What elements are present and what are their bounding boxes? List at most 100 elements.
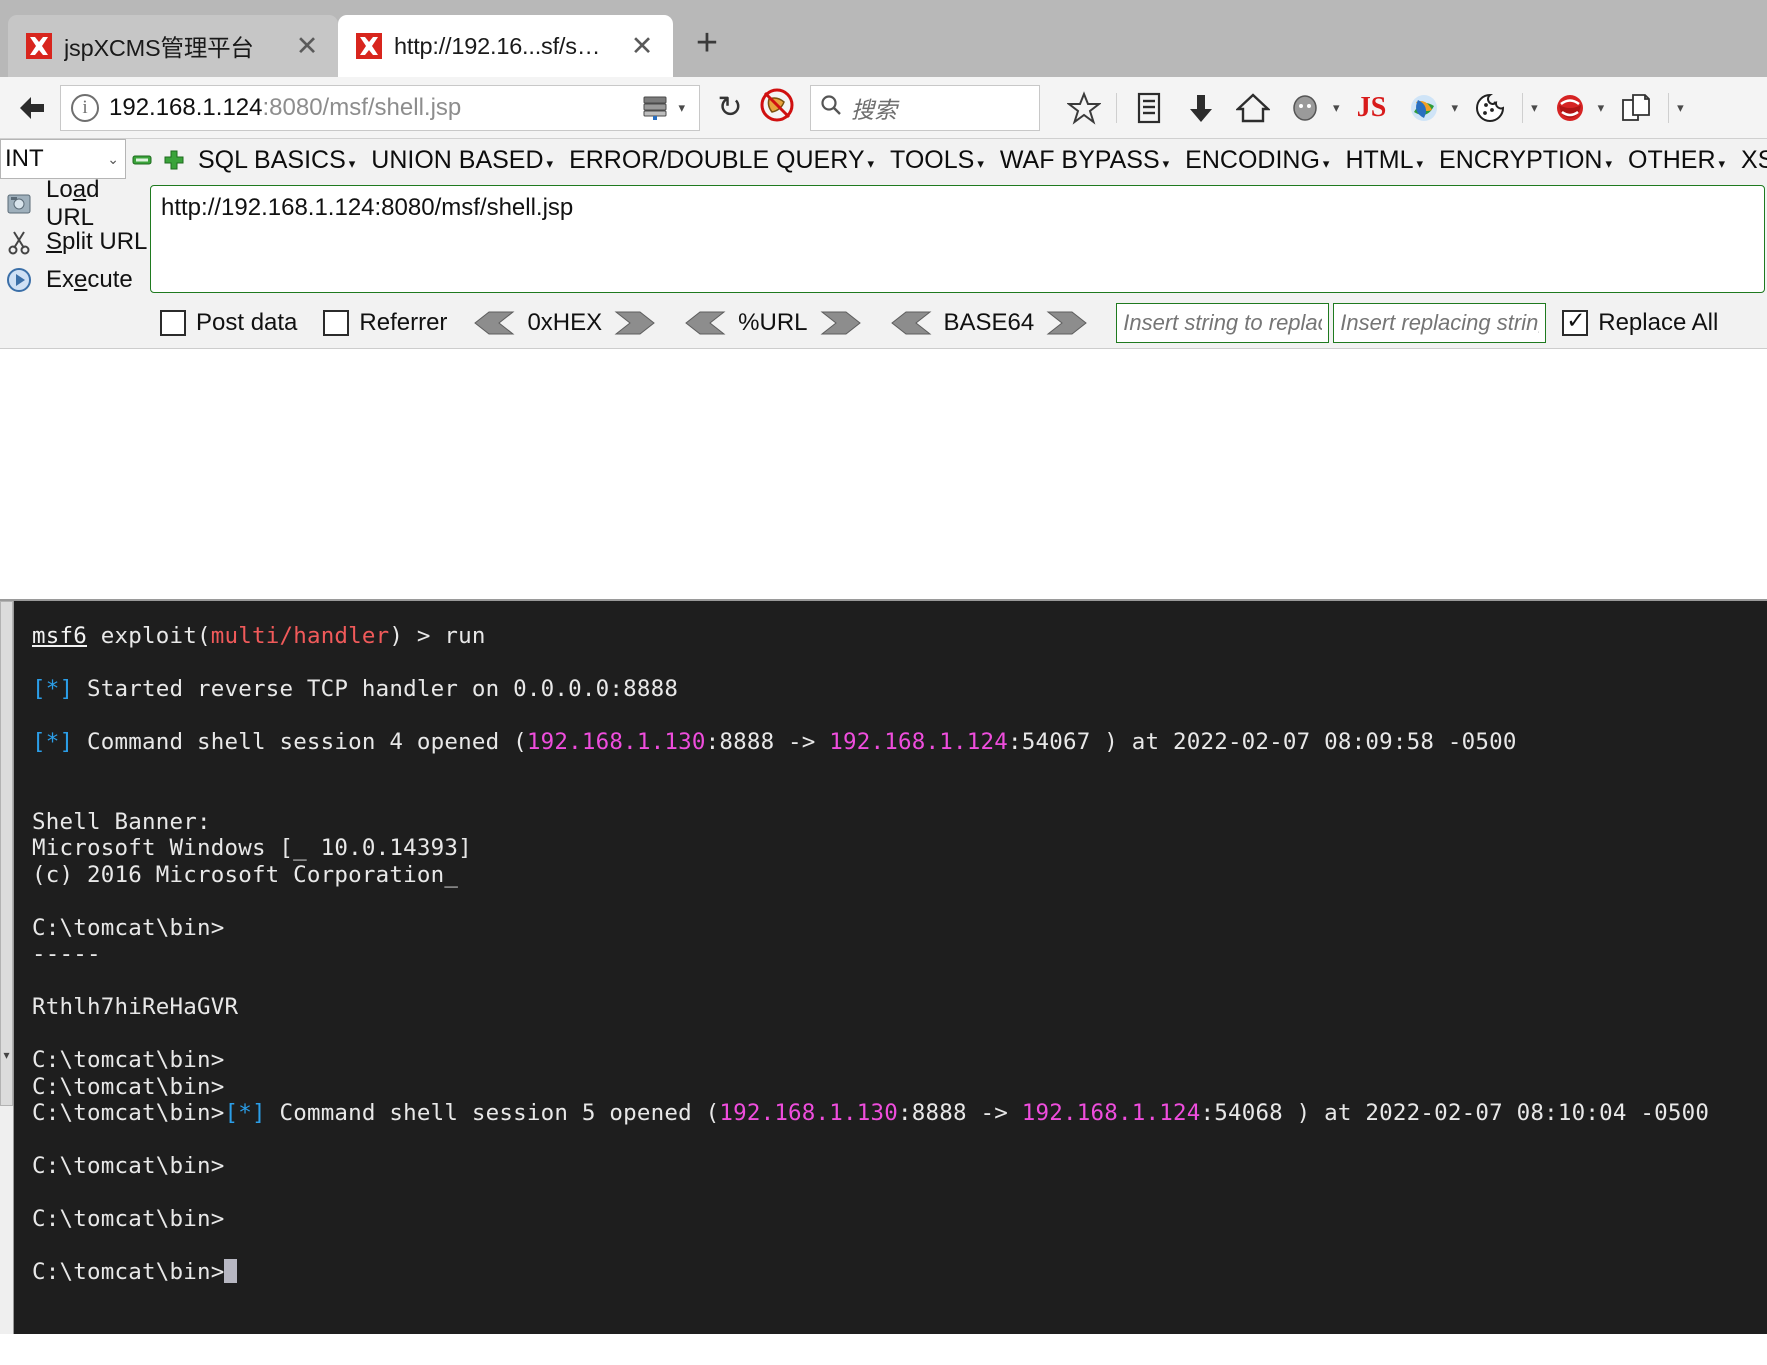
hackbar-menu-xss[interactable]: XSS▾: [1733, 146, 1767, 175]
hackbar-menu-row: INT ⌄ SQL BASICS ▾ UNION BASED ▾ ERROR/DOU…: [0, 139, 1767, 181]
home-icon[interactable]: [1230, 85, 1276, 131]
terminal-window: ▾ msf6 exploit(multi/handler) > run [*] S…: [0, 599, 1767, 1334]
search-box[interactable]: 搜索: [810, 84, 1040, 131]
hackbar-menu-error-double-query[interactable]: ERROR/DOUBLE QUERY ▾: [561, 146, 882, 175]
terminal-line: Shell Banner:: [32, 808, 211, 835]
noscript-icon[interactable]: [756, 84, 804, 131]
chevron-down-icon: ⌄: [107, 150, 119, 167]
menu-label: XSS: [1741, 145, 1767, 174]
hackbar-menu-union-based[interactable]: UNION BASED ▾: [363, 146, 561, 175]
replace-with-input[interactable]: [1333, 302, 1547, 343]
chevron-down-icon[interactable]: ▾: [1333, 100, 1340, 116]
menu-label: OTHER: [1628, 145, 1716, 174]
replace-all-checkbox[interactable]: [1562, 307, 1589, 336]
hackbar-type-select[interactable]: INT ⌄: [0, 139, 126, 179]
browser-tab-1[interactable]: jspXCMS管理平台 ✕: [8, 15, 338, 77]
minus-icon[interactable]: [130, 148, 154, 172]
terminal-line: (c) 2016 Microsoft Corporation_: [32, 861, 459, 888]
post-data-checkbox[interactable]: [160, 309, 186, 336]
terminal-output[interactable]: msf6 exploit(multi/handler) > run [*] Sta…: [14, 601, 1767, 1334]
url-encode-button[interactable]: [820, 310, 862, 336]
referrer-checkbox[interactable]: [323, 309, 350, 336]
user-agent-icon[interactable]: [1282, 85, 1328, 131]
chevron-down-icon[interactable]: ▾: [1598, 100, 1605, 116]
chevron-down-icon[interactable]: ▾: [1531, 100, 1538, 116]
address-bar[interactable]: i 192.168.1.124:8080/msf/shell.jsp ▾: [60, 84, 700, 131]
x-logo-icon: [356, 33, 382, 59]
url-decode-button[interactable]: [684, 310, 726, 336]
terminal-line: msf6 exploit(multi/handler) > run: [32, 623, 486, 649]
js-toggle-icon[interactable]: JS: [1349, 85, 1395, 131]
proxy-icon[interactable]: [1547, 85, 1593, 131]
scroll-down-icon[interactable]: ▾: [0, 1046, 13, 1064]
menu-label: WAF BYPASS: [999, 145, 1160, 174]
hackbar-menu-encoding[interactable]: ENCODING ▾: [1177, 146, 1337, 175]
execute-button[interactable]: Execute: [2, 261, 150, 299]
hex-encoder-label: 0xHEX: [527, 308, 603, 336]
hackbar-menu-encryption[interactable]: ENCRYPTION ▾: [1431, 146, 1620, 175]
hackbar-menu-waf-bypass[interactable]: WAF BYPASS ▾: [992, 146, 1177, 175]
add-icon[interactable]: [162, 148, 186, 172]
close-icon[interactable]: ✕: [625, 29, 659, 63]
new-tab-button[interactable]: +: [683, 21, 731, 69]
page-copy-icon[interactable]: [1613, 85, 1659, 131]
base64-decode-button[interactable]: [890, 310, 932, 336]
hackbar-icon[interactable]: [1401, 85, 1447, 131]
hackbar-menu-html[interactable]: HTML ▾: [1337, 146, 1431, 175]
chevron-down-icon: ▾: [1162, 155, 1170, 171]
close-icon[interactable]: ✕: [290, 29, 324, 63]
load-url-label: Load URL: [46, 176, 100, 231]
browser-window: jspXCMS管理平台 ✕ http://192.16...sf/shell.j…: [0, 0, 1767, 1365]
reload-button[interactable]: ↻: [710, 90, 750, 125]
cookie-icon[interactable]: [1467, 85, 1513, 131]
search-input[interactable]: 搜索: [851, 91, 897, 125]
base64-encode-button[interactable]: [1046, 310, 1088, 336]
star-icon[interactable]: [1061, 85, 1107, 131]
scrollbar-thumb[interactable]: [0, 601, 13, 1106]
chevron-down-icon[interactable]: ▾: [678, 100, 685, 116]
hackbar-menu-tools[interactable]: TOOLS ▾: [882, 146, 992, 175]
terminal-line: Rthlh7hiReHaGVR: [32, 994, 239, 1020]
menu-label: TOOLS: [890, 145, 975, 174]
terminal-line: Microsoft Windows [_ 10.0.14393]: [32, 835, 472, 861]
hackbar-url-textarea[interactable]: [150, 185, 1765, 293]
chevron-down-icon: ▾: [1605, 155, 1613, 171]
terminal-scrollbar[interactable]: ▾: [0, 601, 14, 1334]
url-path: :8080/msf/shell.jsp: [262, 93, 462, 121]
reader-icon[interactable]: [1126, 85, 1172, 131]
hackbar-type-value: INT: [5, 145, 44, 172]
tab-strip: jspXCMS管理平台 ✕ http://192.16...sf/shell.j…: [0, 0, 1767, 77]
split-url-button[interactable]: Split URL: [2, 223, 150, 261]
site-info-icon[interactable]: i: [71, 93, 99, 122]
back-button[interactable]: [6, 82, 58, 134]
navigation-toolbar: i 192.168.1.124:8080/msf/shell.jsp ▾ ↻ 搜…: [0, 77, 1767, 139]
url-encoder-label: %URL: [738, 308, 808, 336]
menu-label: HTML: [1345, 145, 1414, 174]
download-icon[interactable]: [1178, 85, 1224, 131]
menu-label: ENCRYPTION: [1439, 145, 1603, 174]
split-url-icon: [2, 228, 36, 256]
load-url-button[interactable]: Load URL: [2, 176, 150, 231]
hackbar-action-list: Load URL Split URL Execute: [0, 176, 150, 299]
chevron-down-icon: ▾: [1718, 155, 1726, 171]
page-viewport: [0, 349, 1767, 599]
chevron-down-icon[interactable]: ▾: [1677, 100, 1684, 116]
chevron-down-icon: ▾: [1322, 155, 1330, 171]
replace-all-label: Replace All: [1598, 308, 1719, 336]
server-icon[interactable]: [640, 93, 674, 123]
hex-decode-button[interactable]: [473, 310, 515, 336]
execute-icon: [2, 266, 36, 294]
chevron-down-icon: ▾: [546, 155, 554, 171]
replace-search-input[interactable]: [1116, 302, 1330, 343]
terminal-line: C:\tomcat\bin>: [32, 1047, 225, 1073]
hackbar-menu-other[interactable]: OTHER ▾: [1620, 146, 1733, 175]
hex-encode-button[interactable]: [614, 310, 656, 336]
browser-tab-2[interactable]: http://192.16...sf/shell.jsp ✕: [338, 15, 673, 77]
chevron-down-icon[interactable]: ▾: [1452, 100, 1459, 116]
hackbar-menu-sql-basics[interactable]: SQL BASICS ▾: [190, 146, 363, 175]
